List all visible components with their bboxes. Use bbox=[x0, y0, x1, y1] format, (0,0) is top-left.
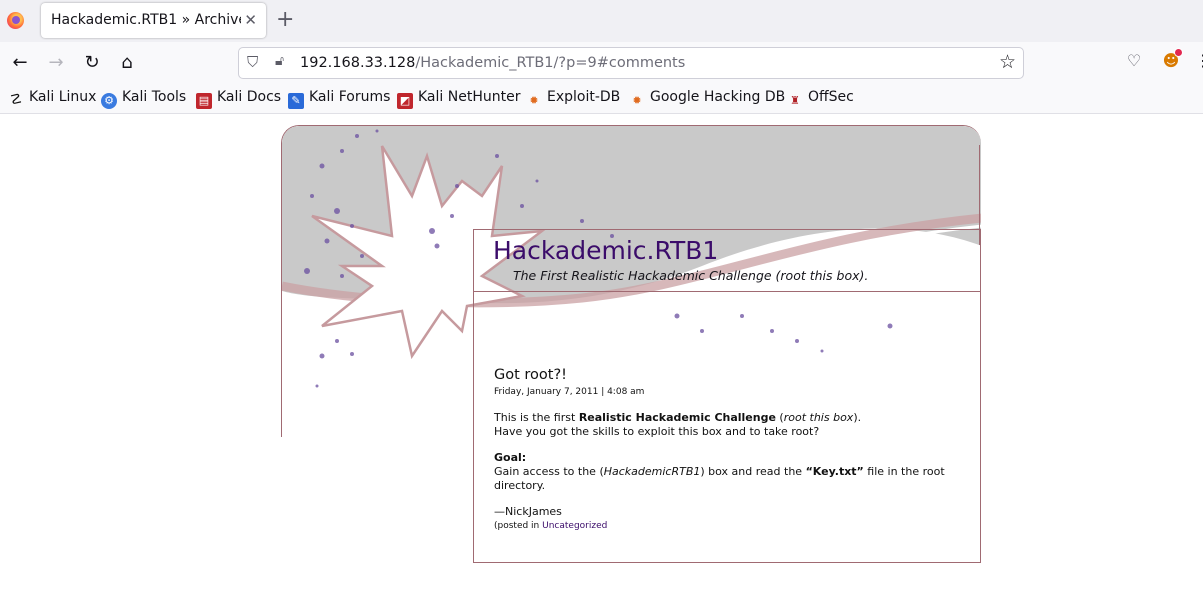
offsec-icon: ♜ bbox=[790, 94, 800, 107]
bookmark-kali-tools[interactable]: ⚙ Kali Tools bbox=[101, 89, 186, 109]
overflow-menu-icon[interactable]: ⋮ bbox=[1195, 51, 1203, 70]
bold-text: Realistic Hackademic Challenge bbox=[578, 411, 776, 424]
bookmark-label: Kali Docs bbox=[217, 89, 282, 105]
new-tab-button[interactable]: + bbox=[276, 8, 294, 32]
insecure-lock-icon[interactable]: 🔓︎ bbox=[275, 53, 284, 69]
bookmark-kali-nethunter[interactable]: ◩ Kali NetHunter bbox=[397, 89, 520, 109]
meta-prefix: (posted in bbox=[494, 521, 543, 531]
bookmark-label: OffSec bbox=[808, 89, 854, 105]
text: ). bbox=[853, 411, 862, 424]
bookmarks-toolbar: ☡ Kali Linux ⚙ Kali Tools ▤ Kali Docs ✎ Kali… bbox=[0, 84, 1203, 114]
extension-icon[interactable]: ☻ bbox=[1160, 48, 1183, 72]
bookmark-kali-forums[interactable]: ✎ Kali Forums bbox=[288, 89, 390, 109]
extension-badge bbox=[1174, 48, 1183, 57]
post-goal: Goal: Gain access to the (HackademicRTB1… bbox=[494, 451, 954, 493]
text: This is the first bbox=[494, 411, 579, 424]
bookmark-exploit-db[interactable]: ✹ Exploit-DB bbox=[526, 89, 620, 109]
tab-close-icon[interactable]: ✕ bbox=[244, 10, 257, 30]
bookmark-label: Kali Tools bbox=[122, 89, 187, 105]
url-path: /Hackademic_RTB1/?p=9#comments bbox=[415, 55, 686, 71]
bookmark-label: Google Hacking DB bbox=[650, 89, 786, 105]
text: Have you got the skills to exploit this … bbox=[494, 425, 820, 438]
blog-title[interactable]: Hackademic.RTB1 bbox=[493, 236, 718, 265]
bookmark-google-hacking-db[interactable]: ✹ Google Hacking DB bbox=[629, 89, 785, 109]
bold-text: “Key.txt” bbox=[805, 465, 864, 478]
tab-strip: Hackademic.RTB1 » Archives ✕ + bbox=[0, 0, 1203, 42]
text: ( bbox=[775, 411, 784, 424]
blog-description: The First Realistic Hackademic Challenge… bbox=[513, 268, 869, 283]
italic-text: root this box bbox=[783, 411, 854, 424]
post-signature: —NickJames bbox=[494, 505, 562, 518]
post-title[interactable]: Got root?! bbox=[494, 368, 954, 383]
bookmark-label: Kali Linux bbox=[29, 89, 97, 105]
address-bar[interactable]: ⛉ 🔓︎ 192.168.33.128/Hackademic_RTB1/?p=9… bbox=[238, 47, 1024, 79]
url-text[interactable]: 192.168.33.128/Hackademic_RTB1/?p=9#comm… bbox=[300, 55, 685, 71]
bookmark-label: Kali Forums bbox=[309, 89, 391, 105]
tab-active[interactable]: Hackademic.RTB1 » Archives ✕ bbox=[41, 3, 266, 38]
post-date: Friday, January 7, 2011 | 4:08 am bbox=[494, 387, 645, 397]
firefox-icon[interactable] bbox=[7, 12, 24, 29]
kali-forums-icon: ✎ bbox=[288, 93, 304, 109]
header-divider bbox=[474, 291, 980, 292]
text: ) box and read the bbox=[700, 465, 806, 478]
web-page: Hackademic.RTB1 The First Realistic Hack… bbox=[0, 115, 1203, 601]
reload-icon[interactable]: ↻ bbox=[80, 51, 104, 75]
post-intro: This is the first Realistic Hackademic C… bbox=[494, 411, 954, 439]
kali-nethunter-icon: ◩ bbox=[397, 93, 413, 109]
back-arrow-icon[interactable]: ← bbox=[8, 51, 32, 75]
blog-post: Got root?! Friday, January 7, 2011 | 4:0… bbox=[494, 368, 954, 533]
text: Gain access to the ( bbox=[494, 465, 604, 478]
tracking-shield-icon[interactable]: ⛉ bbox=[247, 53, 258, 71]
bookmark-label: Exploit-DB bbox=[547, 89, 621, 105]
bookmark-offsec[interactable]: ♜ OffSec bbox=[787, 89, 854, 109]
category-link[interactable]: Uncategorized bbox=[542, 521, 607, 531]
bookmark-kali-linux[interactable]: ☡ Kali Linux bbox=[8, 89, 97, 109]
bookmark-kali-docs[interactable]: ▤ Kali Docs bbox=[196, 89, 281, 109]
tab-title: Hackademic.RTB1 » Archives bbox=[51, 12, 241, 28]
google-hacking-db-icon: ✹ bbox=[632, 94, 642, 107]
url-host: 192.168.33.128 bbox=[300, 55, 416, 71]
kali-docs-icon: ▤ bbox=[196, 93, 212, 109]
kali-linux-icon: ☡ bbox=[9, 92, 23, 108]
pocket-icon[interactable]: ♡ bbox=[1124, 51, 1144, 71]
bookmark-star-icon[interactable]: ☆ bbox=[999, 51, 1016, 73]
home-icon[interactable]: ⌂ bbox=[115, 51, 139, 75]
goal-heading: Goal: bbox=[494, 451, 527, 464]
bookmark-label: Kali NetHunter bbox=[418, 89, 521, 105]
kali-tools-icon: ⚙ bbox=[101, 93, 117, 109]
main-content: Hackademic.RTB1 The First Realistic Hack… bbox=[473, 229, 981, 563]
exploit-db-icon: ✹ bbox=[529, 94, 539, 107]
navigation-toolbar: ← → ↻ ⌂ ⛉ 🔓︎ 192.168.33.128/Hackademic_R… bbox=[0, 42, 1203, 84]
italic-text: HackademicRTB1 bbox=[603, 465, 701, 478]
post-meta: (posted in Uncategorized bbox=[494, 519, 954, 533]
forward-arrow-icon[interactable]: → bbox=[44, 51, 68, 75]
